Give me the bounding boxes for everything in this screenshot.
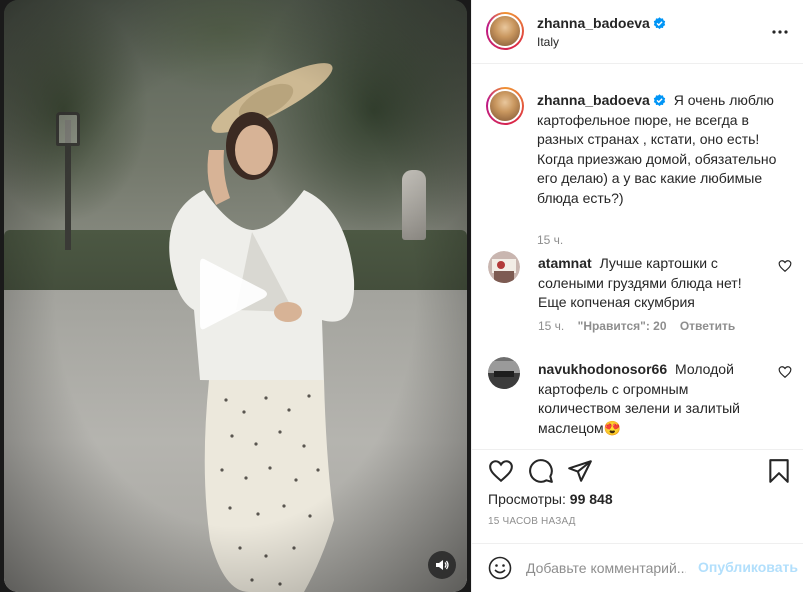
location-link[interactable]: Italy — [537, 35, 559, 49]
comment-input[interactable] — [526, 554, 686, 582]
bookmark-icon[interactable] — [766, 458, 792, 484]
heart-icon[interactable] — [778, 365, 792, 379]
reply-button[interactable]: Ответить — [680, 319, 735, 333]
comment-username[interactable]: navukhodonosor66 — [538, 361, 667, 377]
post-panel: zhanna_badoeva Italy zhanna_badoeva Я оч… — [471, 0, 803, 592]
comment-meta: 15 ч. "Нравится": 20 Ответить — [538, 319, 745, 333]
emoji-icon[interactable] — [488, 556, 512, 580]
mute-button[interactable] — [428, 551, 456, 579]
comment-icon[interactable] — [528, 458, 554, 484]
post-timestamp[interactable]: 15 часов назад — [488, 516, 576, 527]
verified-icon — [653, 94, 666, 107]
heart-icon[interactable] — [778, 259, 792, 273]
comment-likes[interactable]: "Нравится": 20 — [578, 319, 667, 333]
instagram-post-dialog: zhanna_badoeva Italy zhanna_badoeva Я оч… — [0, 0, 803, 592]
username[interactable]: zhanna_badoeva — [537, 15, 650, 31]
comment-text: atamnat Лучше картошки с солеными груздя… — [538, 254, 743, 313]
caption-username[interactable]: zhanna_badoeva — [537, 92, 666, 108]
author-link[interactable]: zhanna_badoeva — [537, 15, 666, 31]
verified-icon — [653, 17, 666, 30]
comment-time[interactable]: 15 ч. — [538, 319, 564, 333]
comment-text: navukhodonosor66 Молодой картофель с огр… — [538, 360, 743, 438]
caption-text: zhanna_badoeva Я очень люблю картофельно… — [537, 91, 783, 208]
comment-avatar[interactable] — [488, 357, 520, 389]
caption-body: Я очень люблю картофельное пюре, не всег… — [537, 92, 777, 206]
avatar[interactable] — [486, 12, 524, 50]
video-player[interactable] — [0, 0, 471, 592]
comment-avatar[interactable] — [488, 251, 520, 283]
heart-icon[interactable] — [488, 458, 514, 484]
caption-time[interactable]: 15 ч. — [537, 233, 563, 247]
post-header: zhanna_badoeva Italy — [472, 0, 803, 64]
play-icon[interactable] — [198, 256, 270, 332]
views-count[interactable]: Просмотры: 99 848 — [488, 491, 613, 507]
more-icon[interactable] — [770, 22, 790, 42]
caption-avatar[interactable] — [486, 87, 524, 125]
volume-icon — [436, 560, 449, 570]
comment-username[interactable]: atamnat — [538, 255, 592, 271]
share-icon[interactable] — [567, 458, 593, 484]
post-actions: Просмотры: 99 848 15 часов назад — [472, 449, 803, 549]
post-comment-button[interactable]: Опубликовать — [698, 559, 798, 575]
comments-list[interactable]: zhanna_badoeva Я очень люблю картофельно… — [472, 65, 803, 449]
add-comment-bar: Опубликовать — [472, 543, 803, 592]
